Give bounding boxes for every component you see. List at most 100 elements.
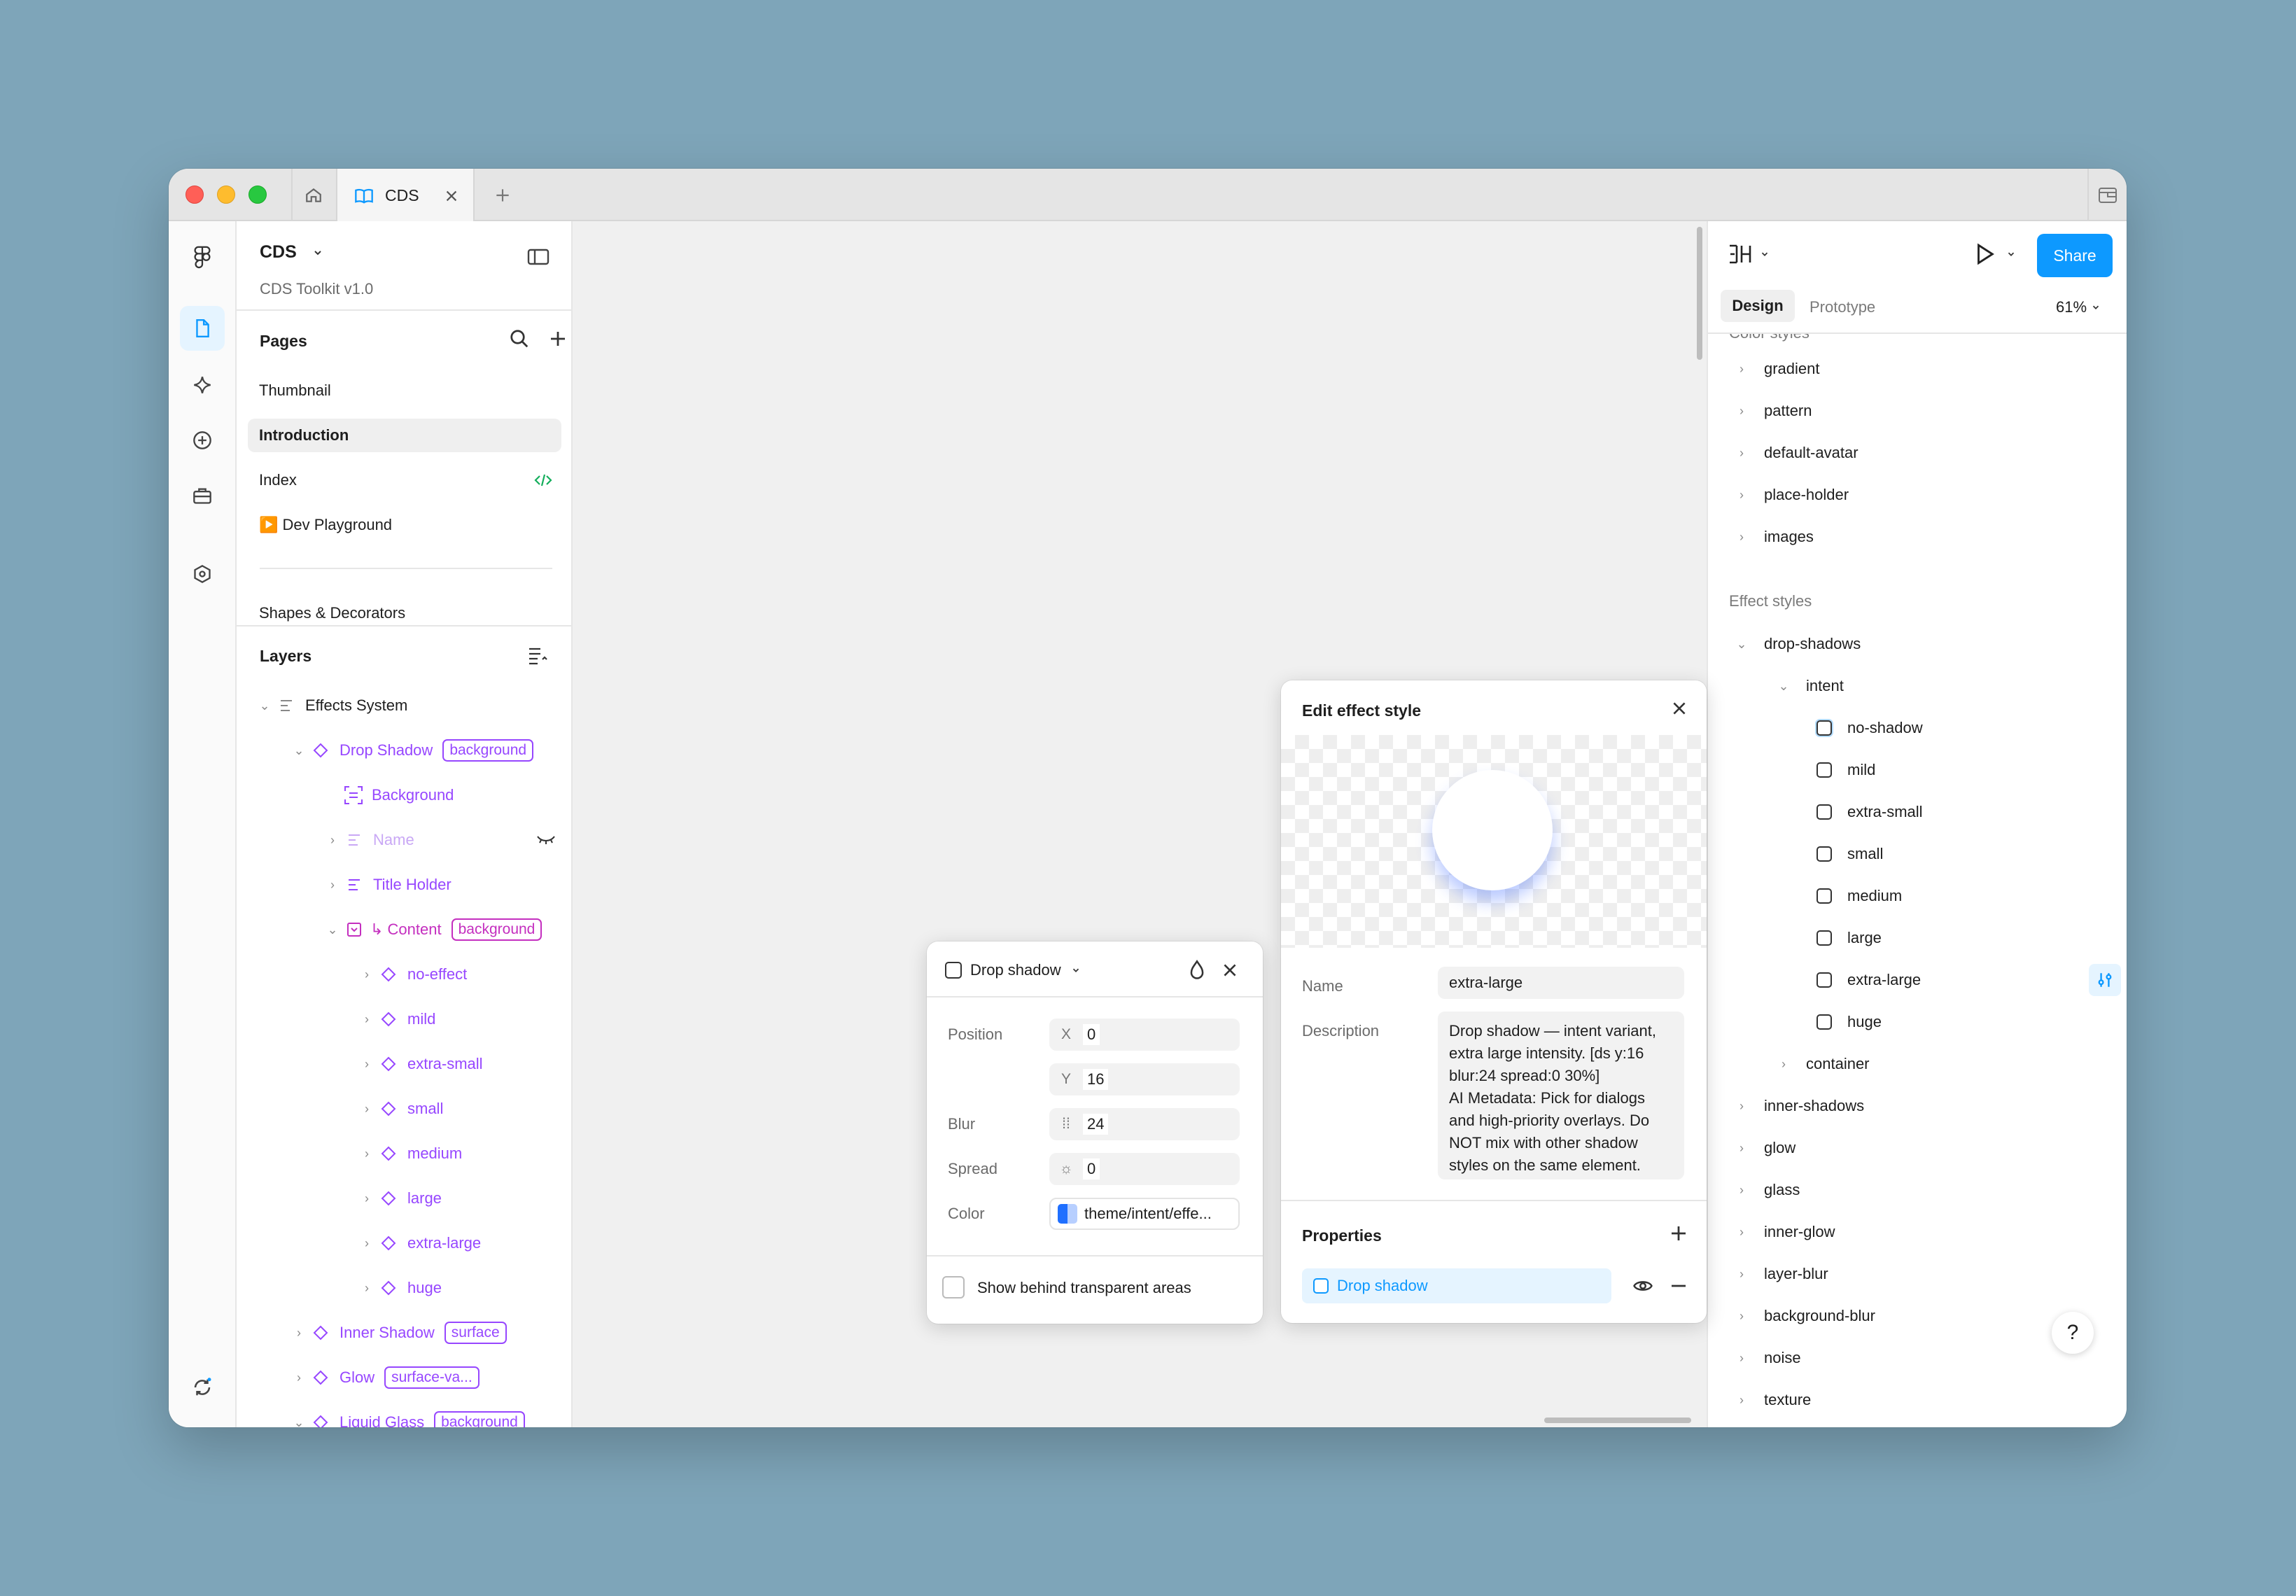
user-menu[interactable] bbox=[1728, 244, 1770, 265]
style-item[interactable]: large bbox=[1708, 918, 2127, 958]
layer-row[interactable]: ⌄ Drop Shadow background bbox=[237, 731, 571, 770]
layer-row[interactable]: › huge bbox=[237, 1268, 571, 1308]
close-tab-icon[interactable] bbox=[444, 188, 459, 204]
blur-field[interactable]: ⁞⁞ 24 bbox=[1049, 1108, 1240, 1140]
minimize-window-button[interactable] bbox=[217, 186, 235, 204]
page-item-index[interactable]: Index bbox=[248, 463, 561, 497]
divider bbox=[927, 996, 1263, 997]
page-item-introduction[interactable]: Introduction bbox=[248, 419, 561, 452]
document-tab[interactable]: CDS bbox=[336, 169, 475, 223]
layer-row[interactable]: › Glow surface-va... bbox=[237, 1358, 571, 1397]
blur-label: Blur bbox=[948, 1115, 976, 1133]
layer-label: small bbox=[407, 1100, 444, 1117]
style-item[interactable]: mild bbox=[1708, 750, 2127, 790]
layer-row[interactable]: ⌄ Liquid Glass background bbox=[237, 1403, 571, 1427]
file-name-dropdown[interactable]: CDS bbox=[260, 242, 323, 262]
style-group-row[interactable]: › texture bbox=[1708, 1380, 2127, 1420]
style-group-row[interactable]: › pattern bbox=[1708, 391, 2127, 430]
new-tab-button[interactable] bbox=[493, 169, 512, 221]
add-button[interactable] bbox=[180, 418, 225, 463]
spread-field[interactable]: ☼ 0 bbox=[1049, 1153, 1240, 1185]
layer-row[interactable]: › Inner Shadow surface bbox=[237, 1313, 571, 1352]
assets-button[interactable] bbox=[180, 363, 225, 407]
horizontal-scrollbar[interactable] bbox=[1544, 1418, 1691, 1423]
toggle-visibility-button[interactable] bbox=[1632, 1275, 1653, 1296]
description-textarea[interactable]: Drop shadow — intent variant, extra larg… bbox=[1438, 1011, 1684, 1180]
style-group-row[interactable]: › inner-shadows bbox=[1708, 1086, 2127, 1126]
plus-icon bbox=[496, 188, 509, 202]
layer-row[interactable]: › large bbox=[237, 1179, 571, 1218]
effect-type-label: Drop shadow bbox=[970, 961, 1061, 979]
help-button[interactable]: ? bbox=[2052, 1312, 2094, 1354]
layer-row[interactable]: › mild bbox=[237, 1000, 571, 1039]
layer-row[interactable]: › extra-small bbox=[237, 1044, 571, 1084]
layer-row[interactable]: › no-effect bbox=[237, 955, 571, 994]
style-item[interactable]: extra-large bbox=[1708, 960, 2127, 1000]
present-button[interactable] bbox=[1973, 242, 2016, 266]
style-group-row[interactable]: › container bbox=[1708, 1044, 2127, 1084]
close-panel-button[interactable] bbox=[1670, 699, 1688, 718]
component-icon bbox=[381, 1280, 396, 1296]
tab-design[interactable]: Design bbox=[1721, 290, 1795, 322]
plugins-button[interactable] bbox=[180, 552, 225, 596]
style-group-row[interactable]: › glass bbox=[1708, 1170, 2127, 1210]
style-item[interactable]: no-shadow bbox=[1708, 708, 2127, 748]
style-item[interactable]: small bbox=[1708, 834, 2127, 874]
component-icon bbox=[313, 1415, 328, 1427]
style-group-row[interactable]: › glow bbox=[1708, 1128, 2127, 1168]
layer-row[interactable]: › small bbox=[237, 1089, 571, 1128]
x-field[interactable]: X 0 bbox=[1049, 1018, 1240, 1051]
layer-row[interactable]: ⌄ Effects System bbox=[237, 686, 571, 725]
style-group-row[interactable]: › place-holder bbox=[1708, 475, 2127, 514]
property-row[interactable]: Drop shadow bbox=[1302, 1268, 1611, 1303]
remove-property-button[interactable] bbox=[1668, 1275, 1689, 1296]
style-group-row[interactable]: ⌄ drop-shadows bbox=[1708, 624, 2127, 664]
hidden-eye-icon[interactable] bbox=[536, 834, 556, 846]
color-field[interactable]: theme/intent/effe... bbox=[1049, 1198, 1240, 1230]
window-layout-button[interactable] bbox=[2087, 169, 2127, 221]
zoom-dropdown[interactable]: 61% bbox=[2056, 298, 2101, 316]
style-group-row[interactable]: › images bbox=[1708, 517, 2127, 556]
style-group-row[interactable]: ⌄ intent bbox=[1708, 666, 2127, 706]
vertical-scrollbar[interactable] bbox=[1697, 227, 1702, 360]
layer-label: Liquid Glass bbox=[340, 1413, 425, 1427]
close-window-button[interactable] bbox=[186, 186, 204, 204]
style-item[interactable]: huge bbox=[1708, 1002, 2127, 1042]
add-page-button[interactable] bbox=[547, 328, 568, 349]
edit-style-button[interactable] bbox=[2089, 964, 2121, 996]
tab-prototype[interactable]: Prototype bbox=[1809, 298, 1875, 316]
layer-row[interactable]: › medium bbox=[237, 1134, 571, 1173]
layer-row[interactable]: › extra-large bbox=[237, 1224, 571, 1263]
style-group-row[interactable]: › inner-glow bbox=[1708, 1212, 2127, 1252]
sync-button[interactable] bbox=[180, 1365, 225, 1410]
style-group-row[interactable]: › gradient bbox=[1708, 349, 2127, 388]
home-tab[interactable] bbox=[291, 169, 335, 221]
layer-row[interactable]: › Name bbox=[237, 820, 571, 860]
search-pages-button[interactable] bbox=[509, 328, 530, 349]
toggle-sidebar-button[interactable] bbox=[527, 248, 550, 266]
style-group-row[interactable]: › layer-blur bbox=[1708, 1254, 2127, 1294]
page-item-dev-playground[interactable]: ▶️ Dev Playground bbox=[248, 508, 561, 542]
y-field[interactable]: Y 16 bbox=[1049, 1063, 1240, 1096]
file-pages-button[interactable] bbox=[180, 306, 225, 351]
close-panel-button[interactable] bbox=[1221, 961, 1239, 979]
page-item-thumbnail[interactable]: Thumbnail bbox=[248, 374, 561, 407]
layer-row[interactable]: ⌄ ↳ Content background bbox=[237, 910, 571, 949]
effect-type-dropdown[interactable]: Drop shadow bbox=[945, 961, 1081, 979]
collapse-layers-button[interactable] bbox=[528, 645, 549, 665]
style-item[interactable]: medium bbox=[1708, 876, 2127, 916]
zoom-window-button[interactable] bbox=[248, 186, 267, 204]
layer-row[interactable]: › Title Holder bbox=[237, 865, 571, 904]
main-menu-button[interactable] bbox=[180, 235, 225, 280]
blend-mode-button[interactable] bbox=[1187, 960, 1207, 981]
layer-row[interactable]: Background bbox=[237, 776, 571, 815]
name-input[interactable]: extra-large bbox=[1438, 967, 1684, 999]
layer-label: extra-large bbox=[407, 1234, 482, 1252]
style-group-row[interactable]: › default-avatar bbox=[1708, 433, 2127, 472]
add-property-button[interactable] bbox=[1668, 1223, 1689, 1244]
toolbox-button[interactable] bbox=[180, 473, 225, 518]
share-button[interactable]: Share bbox=[2037, 234, 2113, 277]
page-label: Thumbnail bbox=[259, 382, 331, 399]
show-behind-checkbox[interactable] bbox=[942, 1276, 965, 1298]
style-item[interactable]: extra-small bbox=[1708, 792, 2127, 832]
